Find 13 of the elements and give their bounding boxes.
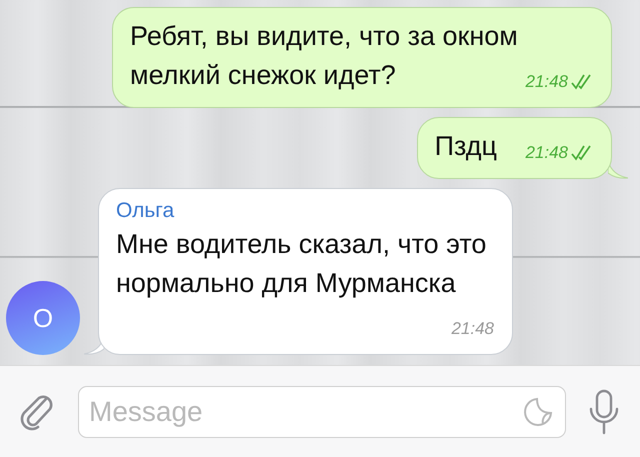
sticker-icon[interactable] xyxy=(522,396,554,428)
message-bubble[interactable]: Ребят, вы видите, что за окном мелкий снежок идет? 21:48 xyxy=(112,7,612,108)
message-bubble[interactable]: Ольга Мне водитель сказал, что это нормально для Мурманска 21:48 xyxy=(98,188,513,355)
message-text: Ребят, вы видите, что за окном мелкий снежок идет? xyxy=(130,21,518,90)
message-text: Пздц xyxy=(434,131,497,161)
message-time: 21:48 xyxy=(525,72,568,92)
message-time: 21:48 xyxy=(525,143,568,163)
microphone-icon[interactable] xyxy=(588,388,620,434)
sender-name: Ольга xyxy=(116,199,176,223)
message-text: Мне водитель сказал, что это нормально для Мурманска xyxy=(116,229,486,298)
message-field[interactable]: Message xyxy=(78,386,566,438)
message-bubble[interactable]: Пздц 21:48 xyxy=(416,117,612,179)
message-time: 21:48 xyxy=(451,319,494,339)
